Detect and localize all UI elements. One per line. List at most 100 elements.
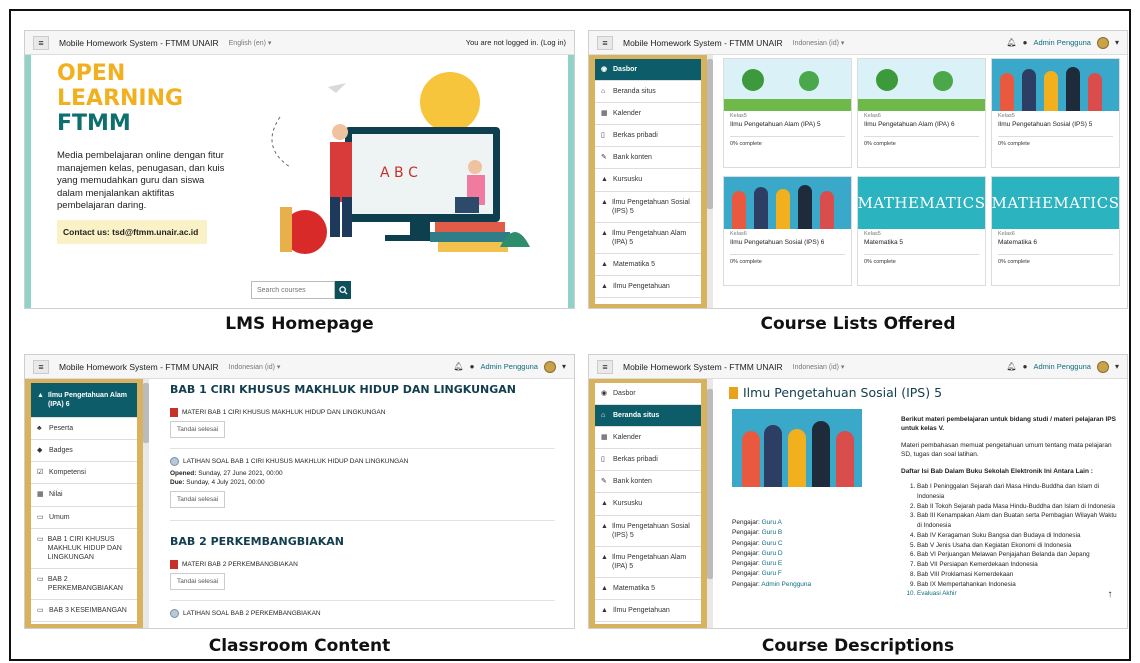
user-name[interactable]: Admin Pengguna: [480, 362, 538, 371]
language-selector[interactable]: Indonesian (id) ▾: [229, 363, 281, 371]
sidebar-item-nilai[interactable]: ▦ Nilai: [31, 484, 137, 507]
grid-icon: ▦: [37, 491, 44, 499]
sidebar-item-ilmu[interactable]: ▲ Ilmu Pengetahuan: [595, 600, 701, 623]
sidebar-item-bab1[interactable]: ▭ BAB 1 CIRI KHUSUS MAKHLUK HIDUP DAN LIN…: [31, 529, 137, 569]
sidebar-item-bank[interactable]: ✎ Bank konten: [595, 147, 701, 170]
course-image-people: [724, 177, 851, 229]
avatar[interactable]: [1096, 36, 1109, 49]
user-menu[interactable]: 🔔︎ ● Admin Pengguna ▾: [1006, 360, 1119, 373]
course-title[interactable]: Matematika 5: [858, 237, 985, 248]
sidebar-item-peserta[interactable]: ♣ Peserta: [31, 418, 137, 441]
search-input[interactable]: [251, 281, 335, 299]
site-name[interactable]: Mobile Homework System - FTMM UNAIR: [59, 362, 219, 372]
course-card-mtk6[interactable]: MATHEMATICS Kelas6 Matematika 6 0% compl…: [991, 176, 1120, 286]
hero-section: OPEN LEARNING FTMM Media pembelajaran on…: [25, 55, 574, 308]
chat-icon[interactable]: ●: [470, 362, 475, 371]
chat-icon[interactable]: ●: [1023, 38, 1028, 47]
sidebar-item-badges[interactable]: ◆ Badges: [31, 440, 137, 463]
sidebar-item-umum[interactable]: ▭ Umum: [31, 507, 137, 529]
activity-quiz[interactable]: LATIHAN SOAL BAB 2 PERKEMBANGBIAKAN: [170, 609, 555, 619]
mark-done-button[interactable]: Tandai selesai: [170, 421, 226, 438]
search-button[interactable]: [335, 281, 351, 299]
back-to-top-button[interactable]: ↑: [1103, 589, 1117, 603]
sidebar-item-bab2[interactable]: ▭ BAB 2 PERKEMBANGBIAKAN: [31, 569, 137, 601]
user-name[interactable]: Admin Pengguna: [1033, 362, 1091, 371]
sidebar-item-kalender[interactable]: ▦ Kalender: [595, 427, 701, 450]
scrollbar[interactable]: [707, 55, 713, 308]
sidebar-item-kursusku[interactable]: ▲ Kursusku: [595, 169, 701, 192]
course-title[interactable]: Ilmu Pengetahuan Alam (IPA) 6: [858, 119, 985, 130]
site-name[interactable]: Mobile Homework System - FTMM UNAIR: [59, 38, 219, 48]
course-description-content: Ilmu Pengetahuan Sosial (IPS) 5 Pengajar…: [729, 379, 1119, 628]
chat-icon[interactable]: ●: [1023, 362, 1028, 371]
activity-quiz[interactable]: LATIHAN SOAL BAB 1 CIRI KHUSUS MAKHLUK H…: [170, 457, 555, 466]
course-card-mtk5[interactable]: MATHEMATICS Kelas5 Matematika 5 0% compl…: [857, 176, 986, 286]
sidebar-item-bab3[interactable]: ▭ BAB 3 KESEIMBANGAN: [31, 600, 137, 623]
chevron-down-icon[interactable]: ▾: [1115, 362, 1119, 371]
sidebar-item-mtk5[interactable]: ▲ Matematika 5: [595, 578, 701, 601]
site-name[interactable]: Mobile Homework System - FTMM UNAIR: [623, 362, 783, 372]
course-card-ipa5[interactable]: Kelas5 Ilmu Pengetahuan Alam (IPA) 5 0% …: [723, 58, 852, 168]
mark-done-button[interactable]: Tandai selesai: [170, 491, 226, 509]
sidebar-item-ipa5[interactable]: ▲ Ilmu Pengetahuan Alam (IPA) 5: [595, 223, 701, 254]
user-menu[interactable]: 🔔︎ ● Admin Pengguna ▾: [453, 360, 566, 373]
chevron-down-icon[interactable]: ▾: [562, 362, 566, 371]
sidebar-item-beranda[interactable]: ⌂ Beranda situs: [595, 405, 701, 428]
calendar-icon: ▦: [601, 434, 608, 442]
site-name[interactable]: Mobile Homework System - FTMM UNAIR: [623, 38, 783, 48]
course-title[interactable]: Ilmu Pengetahuan Sosial (IPS) 5: [992, 119, 1119, 130]
course-summary: Berikut materi pembelajaran untuk bidang…: [901, 415, 1121, 599]
bell-icon[interactable]: 🔔︎: [1006, 38, 1016, 47]
nav-drawer: ◉ Dasbor ⌂ Beranda situs ▦ Kalender ▯ Berkas…: [589, 55, 707, 308]
avatar[interactable]: [543, 360, 556, 373]
scrollbar[interactable]: [143, 379, 149, 628]
login-status[interactable]: You are not logged in. (Log in): [466, 38, 566, 47]
sidebar-item-ips5[interactable]: ▲ Ilmu Pengetahuan Sosial (IPS) 5: [595, 516, 701, 547]
menu-toggle-button[interactable]: ≡: [33, 35, 49, 50]
menu-toggle-button[interactable]: ≡: [597, 35, 613, 50]
user-name[interactable]: Admin Pengguna: [1033, 38, 1091, 47]
bell-icon[interactable]: 🔔︎: [453, 362, 463, 371]
activity-material[interactable]: MATERI BAB 2 PERKEMBANGBIAKAN: [170, 560, 562, 570]
sidebar-item-dasbor[interactable]: ◉ Dasbor: [595, 383, 701, 406]
course-progress: 0% complete: [730, 141, 762, 147]
chevron-down-icon[interactable]: ▾: [1115, 38, 1119, 47]
file-icon: ▯: [601, 132, 605, 140]
menu-toggle-button[interactable]: ≡: [597, 359, 613, 374]
course-title[interactable]: Ilmu Pengetahuan Sosial (IPS) 6: [724, 237, 851, 248]
sidebar-item-mtk5[interactable]: ▲ Matematika 5: [595, 254, 701, 277]
opened-date: Opened: Sunday, 27 June 2021, 00:00: [170, 470, 283, 477]
course-title[interactable]: Ilmu Pengetahuan Alam (IPA) 5: [724, 119, 851, 130]
sidebar-item-ips5[interactable]: ▲ Ilmu Pengetahuan Sosial (IPS) 5: [595, 192, 701, 223]
course-card-ips6[interactable]: Kelas6 Ilmu Pengetahuan Sosial (IPS) 6 0…: [723, 176, 852, 286]
course-image-math: MATHEMATICS: [858, 177, 985, 229]
language-selector[interactable]: English (en) ▾: [229, 39, 272, 47]
nav-drawer: ▲ Ilmu Pengetahuan Alam (IPA) 6 ♣ Peserta …: [25, 379, 143, 628]
sidebar-item-kalender[interactable]: ▦ Kalender: [595, 103, 701, 126]
sidebar-item-kursusku[interactable]: ▲ Kursusku: [595, 493, 701, 516]
avatar[interactable]: [1096, 360, 1109, 373]
chapter-item[interactable]: Evaluasi Akhir: [917, 589, 1121, 599]
activity-material[interactable]: MATERI BAB 1 CIRI KHUSUS MAKHLUK HIDUP D…: [170, 408, 562, 417]
svg-text:A B C: A B C: [380, 165, 418, 181]
course-card-ips5[interactable]: Kelas5 Ilmu Pengetahuan Sosial (IPS) 5 0…: [991, 58, 1120, 168]
user-menu[interactable]: 🔔︎ ● Admin Pengguna ▾: [1006, 36, 1119, 49]
language-selector[interactable]: Indonesian (id) ▾: [793, 39, 845, 47]
sidebar-item-dasbor[interactable]: ◉ Dasbor: [595, 59, 701, 82]
sidebar-item-course[interactable]: ▲ Ilmu Pengetahuan Alam (IPA) 6: [31, 383, 137, 419]
sidebar-item-ilmu[interactable]: ▲ Ilmu Pengetahuan: [595, 276, 701, 299]
sidebar-item-kompetensi[interactable]: ☑ Kompetensi: [31, 462, 137, 485]
sidebar-item-ipa5[interactable]: ▲ Ilmu Pengetahuan Alam (IPA) 5: [595, 547, 701, 578]
sidebar-item-beranda[interactable]: ⌂ Beranda situs: [595, 81, 701, 104]
bell-icon[interactable]: 🔔︎: [1006, 362, 1016, 371]
sidebar-item-berkas[interactable]: ▯ Berkas pribadi: [595, 125, 701, 148]
sidebar-item-berkas[interactable]: ▯ Berkas pribadi: [595, 449, 701, 472]
menu-toggle-button[interactable]: ≡: [33, 359, 49, 374]
mark-done-button[interactable]: Tandai selesai: [170, 573, 226, 591]
sidebar-item-bank[interactable]: ✎ Bank konten: [595, 471, 701, 494]
course-title[interactable]: Matematika 6: [992, 237, 1119, 248]
chapter-item: Bab VI Perjuangan Melawan Penjajahan Bel…: [917, 550, 1121, 560]
language-selector[interactable]: Indonesian (id) ▾: [793, 363, 845, 371]
scrollbar[interactable]: [707, 379, 713, 628]
course-card-ipa6[interactable]: Kelas6 Ilmu Pengetahuan Alam (IPA) 6 0% …: [857, 58, 986, 168]
